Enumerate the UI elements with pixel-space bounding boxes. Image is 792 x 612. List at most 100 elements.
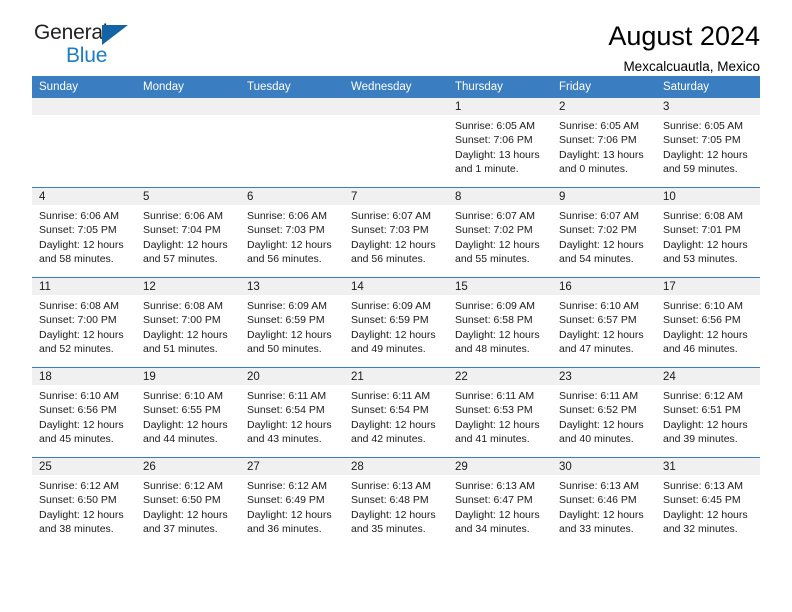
day-number: 5 [136,188,240,205]
day-number: 26 [136,458,240,475]
daylight-text: Daylight: 12 hours [455,328,540,341]
sunset-text: Sunset: 6:58 PM [455,314,533,327]
sunset-text: Sunset: 6:48 PM [351,494,429,507]
calendar-day-cell[interactable]: 14 Sunrise: 6:09 AM Sunset: 6:59 PM Dayligh… [344,277,448,368]
daylight-text: Daylight: 12 hours [247,328,332,341]
day-details: Sunrise: 6:09 AM Sunset: 6:58 PM Daylight:… [448,295,552,357]
sunrise-text: Sunrise: 6:09 AM [351,300,431,312]
sunset-text: Sunset: 6:50 PM [39,494,117,507]
daylight-text-cont: and 40 minutes. [559,433,634,446]
calendar-day-cell[interactable]: 21 Sunrise: 6:11 AM Sunset: 6:54 PM Dayligh… [344,367,448,458]
day-number: 15 [448,278,552,295]
calendar-day-cell[interactable]: 31 Sunrise: 6:13 AM Sunset: 6:45 PM Dayligh… [656,457,760,547]
calendar-day-cell[interactable]: 25 Sunrise: 6:12 AM Sunset: 6:50 PM Dayligh… [32,457,136,547]
daylight-text-cont: and 45 minutes. [39,433,114,446]
calendar-day-cell[interactable]: 4 Sunrise: 6:06 AM Sunset: 7:05 PM Daylight… [32,187,136,278]
sunset-text: Sunset: 7:05 PM [39,224,117,237]
daylight-text-cont: and 39 minutes. [663,433,738,446]
calendar-day-cell[interactable]: 22 Sunrise: 6:11 AM Sunset: 6:53 PM Dayligh… [448,367,552,458]
calendar-day-cell[interactable]: 9 Sunrise: 6:07 AM Sunset: 7:02 PM Daylight… [552,187,656,278]
weekday-header-monday: Monday [136,76,240,98]
calendar-day-cell[interactable]: 15 Sunrise: 6:09 AM Sunset: 6:58 PM Dayligh… [448,277,552,368]
calendar-day-cell[interactable]: 24 Sunrise: 6:12 AM Sunset: 6:51 PM Dayligh… [656,367,760,458]
weekday-header-sunday: Sunday [32,76,136,98]
daylight-text: Daylight: 12 hours [559,238,644,251]
brand-logo[interactable]: General Blue [32,22,128,66]
sunrise-text: Sunrise: 6:11 AM [455,390,535,402]
day-details: Sunrise: 6:12 AM Sunset: 6:50 PM Daylight:… [136,475,240,537]
daylight-text-cont: and 50 minutes. [247,343,322,356]
day-number: 2 [552,98,656,115]
sunset-text: Sunset: 6:49 PM [247,494,325,507]
daylight-text-cont: and 0 minutes. [559,163,628,176]
day-number: 16 [552,278,656,295]
daylight-text: Daylight: 12 hours [663,238,748,251]
day-details: Sunrise: 6:07 AM Sunset: 7:02 PM Daylight:… [448,205,552,267]
calendar-day-cell[interactable]: 6 Sunrise: 6:06 AM Sunset: 7:03 PM Daylight… [240,187,344,278]
calendar-day-cell[interactable]: 17 Sunrise: 6:10 AM Sunset: 6:56 PM Dayligh… [656,277,760,368]
day-number: 28 [344,458,448,475]
day-details: Sunrise: 6:12 AM Sunset: 6:51 PM Daylight:… [656,385,760,447]
day-details: Sunrise: 6:11 AM Sunset: 6:54 PM Daylight:… [344,385,448,447]
calendar-day-cell[interactable]: 11 Sunrise: 6:08 AM Sunset: 7:00 PM Dayligh… [32,277,136,368]
calendar-day-cell[interactable]: 23 Sunrise: 6:11 AM Sunset: 6:52 PM Dayligh… [552,367,656,458]
daylight-text-cont: and 46 minutes. [663,343,738,356]
weekday-header-friday: Friday [552,76,656,98]
calendar-day-cell[interactable]: 2 Sunrise: 6:05 AM Sunset: 7:06 PM Daylight… [552,98,656,188]
sunrise-text: Sunrise: 6:08 AM [39,300,119,312]
day-details: Sunrise: 6:12 AM Sunset: 6:49 PM Daylight:… [240,475,344,537]
calendar-day-cell[interactable]: 20 Sunrise: 6:11 AM Sunset: 6:54 PM Dayligh… [240,367,344,458]
daylight-text-cont: and 43 minutes. [247,433,322,446]
calendar-day-cell[interactable]: 29 Sunrise: 6:13 AM Sunset: 6:47 PM Dayligh… [448,457,552,547]
calendar-day-cell[interactable]: 7 Sunrise: 6:07 AM Sunset: 7:03 PM Daylight… [344,187,448,278]
calendar-day-cell[interactable]: 5 Sunrise: 6:06 AM Sunset: 7:04 PM Daylight… [136,187,240,278]
daylight-text-cont: and 51 minutes. [143,343,218,356]
weekday-header-tuesday: Tuesday [240,76,344,98]
day-details: Sunrise: 6:12 AM Sunset: 6:50 PM Daylight:… [32,475,136,537]
daylight-text-cont: and 1 minute. [455,163,519,176]
calendar-day-cell[interactable]: 8 Sunrise: 6:07 AM Sunset: 7:02 PM Daylight… [448,187,552,278]
daylight-text-cont: and 35 minutes. [351,523,426,536]
day-number: 11 [32,278,136,295]
day-details: Sunrise: 6:10 AM Sunset: 6:55 PM Daylight:… [136,385,240,447]
day-number: 25 [32,458,136,475]
calendar-day-cell[interactable]: 1 Sunrise: 6:05 AM Sunset: 7:06 PM Daylight… [448,98,552,188]
sunset-text: Sunset: 6:47 PM [455,494,533,507]
page-title: August 2024 [608,21,760,51]
sunset-text: Sunset: 7:03 PM [247,224,325,237]
sunset-text: Sunset: 6:57 PM [559,314,637,327]
day-number: 1 [448,98,552,115]
day-number: 14 [344,278,448,295]
calendar-day-cell[interactable]: 3 Sunrise: 6:05 AM Sunset: 7:05 PM Daylight… [656,98,760,188]
daylight-text: Daylight: 12 hours [39,328,124,341]
sunset-text: Sunset: 6:45 PM [663,494,741,507]
calendar-day-cell[interactable]: 19 Sunrise: 6:10 AM Sunset: 6:55 PM Dayligh… [136,367,240,458]
day-number: 12 [136,278,240,295]
sunrise-text: Sunrise: 6:10 AM [143,390,223,402]
calendar-day-cell[interactable]: 30 Sunrise: 6:13 AM Sunset: 6:46 PM Dayligh… [552,457,656,547]
calendar-week-row: 25 Sunrise: 6:12 AM Sunset: 6:50 PM Dayligh… [32,457,760,547]
sunrise-text: Sunrise: 6:11 AM [351,390,431,402]
calendar-day-cell[interactable]: 12 Sunrise: 6:08 AM Sunset: 7:00 PM Dayligh… [136,277,240,368]
sunrise-text: Sunrise: 6:13 AM [559,480,639,492]
calendar-day-cell[interactable]: 26 Sunrise: 6:12 AM Sunset: 6:50 PM Dayligh… [136,457,240,547]
day-number: 10 [656,188,760,205]
calendar-day-cell[interactable]: 28 Sunrise: 6:13 AM Sunset: 6:48 PM Dayligh… [344,457,448,547]
sunrise-text: Sunrise: 6:11 AM [247,390,327,402]
calendar-day-cell[interactable]: 16 Sunrise: 6:10 AM Sunset: 6:57 PM Dayligh… [552,277,656,368]
calendar-day-cell[interactable]: 13 Sunrise: 6:09 AM Sunset: 6:59 PM Dayligh… [240,277,344,368]
daylight-text: Daylight: 12 hours [455,238,540,251]
day-number: 6 [240,188,344,205]
daylight-text: Daylight: 12 hours [559,328,644,341]
calendar-day-cell[interactable]: 27 Sunrise: 6:12 AM Sunset: 6:49 PM Dayligh… [240,457,344,547]
sunrise-text: Sunrise: 6:09 AM [247,300,327,312]
day-number: 4 [32,188,136,205]
sunset-text: Sunset: 6:52 PM [559,404,637,417]
sunrise-text: Sunrise: 6:12 AM [39,480,119,492]
day-details: Sunrise: 6:13 AM Sunset: 6:45 PM Daylight:… [656,475,760,537]
daylight-text-cont: and 33 minutes. [559,523,634,536]
calendar-day-cell[interactable]: 10 Sunrise: 6:08 AM Sunset: 7:01 PM Dayligh… [656,187,760,278]
calendar-day-cell[interactable]: 18 Sunrise: 6:10 AM Sunset: 6:56 PM Dayligh… [32,367,136,458]
sunrise-text: Sunrise: 6:10 AM [559,300,639,312]
day-details: Sunrise: 6:05 AM Sunset: 7:06 PM Daylight:… [448,115,552,177]
